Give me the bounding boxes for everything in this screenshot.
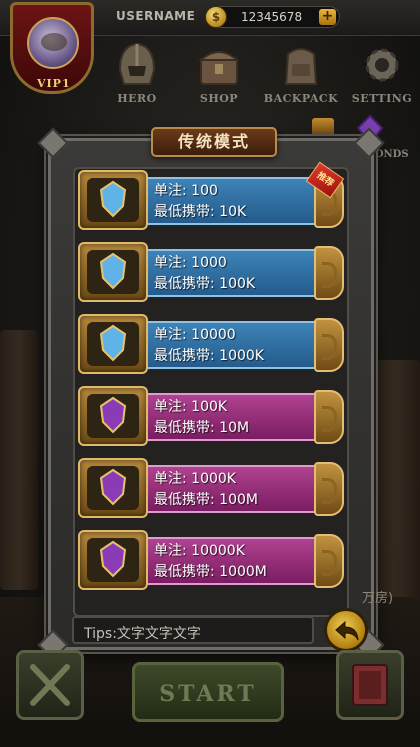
nav-shop[interactable]: SHOP	[186, 40, 252, 105]
crest-frame	[87, 322, 139, 366]
treasure-icon	[312, 118, 334, 138]
side-room-text: 万房)	[362, 591, 394, 606]
nav-backpack[interactable]: BACKPACK	[258, 40, 344, 105]
purple-crest-icon	[78, 530, 148, 590]
blue-crest-icon	[78, 314, 148, 374]
crossed-swords-icon	[30, 664, 70, 706]
nav-setting-label: SETTING	[351, 92, 413, 105]
crest-emblem	[99, 468, 127, 506]
back-arrow-icon	[335, 620, 359, 641]
min-carry-label: 最低携带: 100K	[154, 276, 256, 292]
min-carry-label: 最低携带: 10M	[154, 420, 250, 436]
nav-backpack-label: BACKPACK	[263, 92, 339, 105]
helmet-icon	[118, 42, 156, 85]
crest-emblem	[99, 180, 127, 218]
crest-frame	[87, 250, 139, 294]
add-coins-button[interactable]: +	[319, 9, 336, 25]
background-pillar	[0, 330, 38, 590]
tips-text: Tips:文字文字文字	[84, 626, 201, 642]
room-row[interactable]: 单注: 1000 最低携带: 100K	[78, 242, 344, 302]
row-end-cap	[314, 462, 344, 516]
room-row[interactable]: 单注: 100 最低携带: 10K 推荐	[78, 161, 345, 230]
room-row[interactable]: 单注: 10000K 最低携带: 1000M	[78, 530, 344, 590]
vip-badge: VIP1	[37, 77, 71, 90]
room-row[interactable]: 单注: 1000K 最低携带: 100M	[78, 458, 344, 518]
crest-emblem	[99, 396, 127, 434]
chest-icon	[198, 51, 240, 85]
stake-label: 单注: 1000K	[154, 471, 236, 487]
crest-emblem	[99, 252, 127, 290]
crest-emblem	[99, 324, 127, 362]
stake-label: 单注: 10000	[154, 327, 236, 343]
stake-label: 单注: 1000	[154, 255, 227, 271]
background-pillar	[370, 360, 420, 600]
start-label: START	[159, 681, 257, 707]
crest-frame	[87, 466, 139, 510]
nav-hero-label: HERO	[117, 92, 157, 105]
purple-crest-icon	[78, 386, 148, 446]
crest-frame	[87, 538, 139, 582]
stake-label: 单注: 100K	[154, 399, 228, 415]
back-button[interactable]	[324, 608, 368, 652]
crest-frame	[87, 394, 139, 438]
stake-label: 单注: 100	[154, 183, 218, 199]
coin-balance: $ 12345678 +	[205, 6, 340, 28]
battle-button[interactable]	[16, 650, 84, 720]
backpack-icon	[284, 48, 318, 85]
dialog-title-plate: 传统模式	[151, 127, 277, 157]
book-icon	[352, 664, 388, 706]
nav-shop-label: SHOP	[199, 92, 239, 105]
min-carry-label: 最低携带: 10K	[154, 204, 247, 220]
purple-crest-icon	[78, 458, 148, 518]
blue-crest-icon	[78, 242, 148, 302]
crest-frame	[87, 178, 139, 222]
tips-bar: Tips:文字文字文字	[72, 616, 314, 644]
min-carry-label: 最低携带: 1000K	[154, 348, 264, 364]
start-button[interactable]: START	[132, 662, 284, 722]
username-label: USERNAME	[116, 9, 196, 23]
row-end-cap	[314, 246, 344, 300]
avatar[interactable]: VIP1	[10, 2, 94, 94]
row-end-cap	[314, 534, 344, 588]
nav-setting[interactable]: SETTING	[346, 40, 418, 105]
gear-icon	[365, 48, 399, 82]
stake-label: 单注: 10000K	[154, 543, 245, 559]
dialog-title: 传统模式	[177, 132, 250, 151]
room-row[interactable]: 单注: 100K 最低携带: 10M	[78, 386, 344, 446]
rules-book-button[interactable]	[336, 650, 404, 720]
coin-value: 12345678	[241, 10, 303, 24]
row-end-cap	[314, 390, 344, 444]
min-carry-label: 最低携带: 1000M	[154, 564, 267, 580]
room-row[interactable]: 单注: 10000 最低携带: 1000K	[78, 314, 344, 374]
min-carry-label: 最低携带: 100M	[154, 492, 258, 508]
avatar-portrait	[27, 17, 79, 69]
crest-emblem	[99, 540, 127, 578]
coin-icon: $	[205, 6, 227, 28]
nav-hero[interactable]: HERO	[104, 40, 170, 105]
blue-crest-icon	[78, 170, 148, 230]
row-end-cap	[314, 318, 344, 372]
